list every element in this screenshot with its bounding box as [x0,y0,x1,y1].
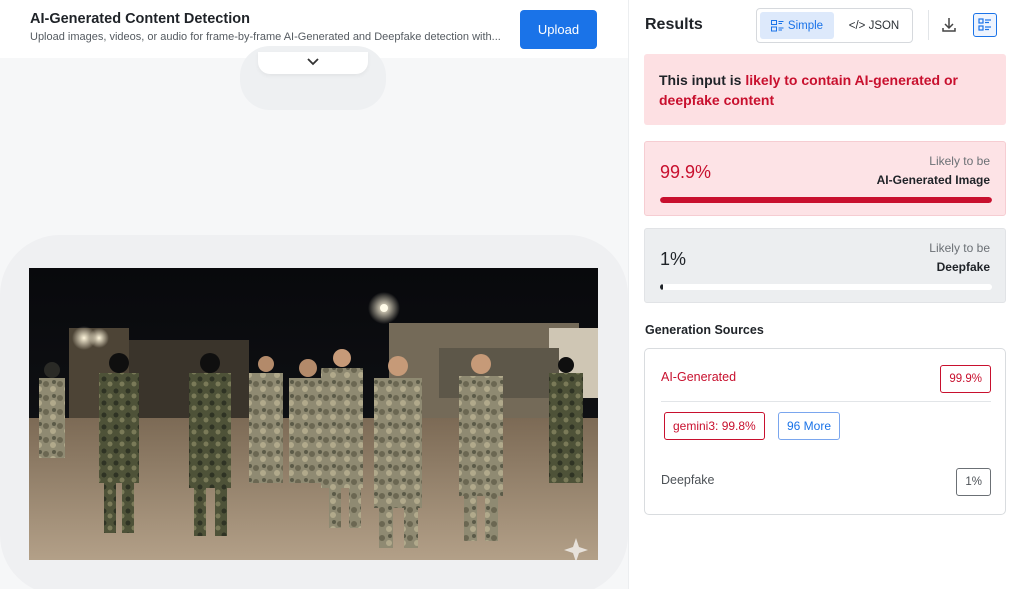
deepfake-likely-label: Likely to be [929,241,990,255]
night-scene-photo [29,268,598,560]
uploaded-image [29,268,598,560]
ai-generated-progress-fill [660,197,992,203]
list-view-icon [978,18,991,31]
deepfake-category: Deepfake [936,260,990,274]
ai-generated-score-card: 99.9% Likely to be AI-Generated Image [644,141,1006,216]
verdict-banner: This input is likely to contain AI-gener… [644,54,1006,125]
ai-generated-likely-label: Likely to be [929,154,990,168]
view-toggle: Simple </> JSON [756,8,913,43]
more-models-chip[interactable]: 96 More [778,412,841,440]
model-chip-gemini3[interactable]: gemini3: 99.8% [664,412,765,440]
deepfake-score-card: 1% Likely to be Deepfake [644,228,1006,303]
results-panel: Results Simple </> JSON This input is li… [628,0,1024,589]
collapse-toggle[interactable] [258,52,368,74]
deepfake-percent: 1% [660,249,687,269]
simple-view-tab[interactable]: Simple [760,12,834,39]
download-icon [942,18,956,32]
ai-generated-percent: 99.9% [660,162,712,182]
source-ai-generated-badge: 99.9% [940,365,991,393]
list-layout-icon [770,19,784,31]
toolbar-divider [928,10,929,40]
list-view-button[interactable] [973,13,997,37]
upload-pane: AI-Generated Content Detection Upload im… [0,0,628,589]
source-deepfake-label: Deepfake [661,473,715,487]
source-divider [661,401,991,402]
source-deepfake-badge: 1% [956,468,991,496]
results-title: Results [645,16,703,33]
upload-button[interactable]: Upload [520,10,597,49]
simple-view-label: Simple [787,19,824,32]
chevron-down-icon [307,58,319,66]
source-ai-generated-label: AI-Generated [661,370,737,384]
deepfake-progress-track [660,284,992,290]
download-button[interactable] [938,14,960,36]
app-title: AI-Generated Content Detection [30,11,250,27]
generation-sources-box: AI-Generated 99.9% gemini3: 99.8% 96 Mor… [644,348,1006,515]
json-view-label: </> JSON [848,19,900,32]
deepfake-progress-fill [660,284,664,290]
ai-generated-category: AI-Generated Image [876,173,990,187]
app-subtitle: Upload images, videos, or audio for fram… [30,31,501,43]
json-view-tab[interactable]: </> JSON [837,12,911,39]
verdict-prefix: This input is [659,72,746,88]
ai-generated-progress-track [660,197,992,203]
generation-sources-title: Generation Sources [645,323,764,337]
